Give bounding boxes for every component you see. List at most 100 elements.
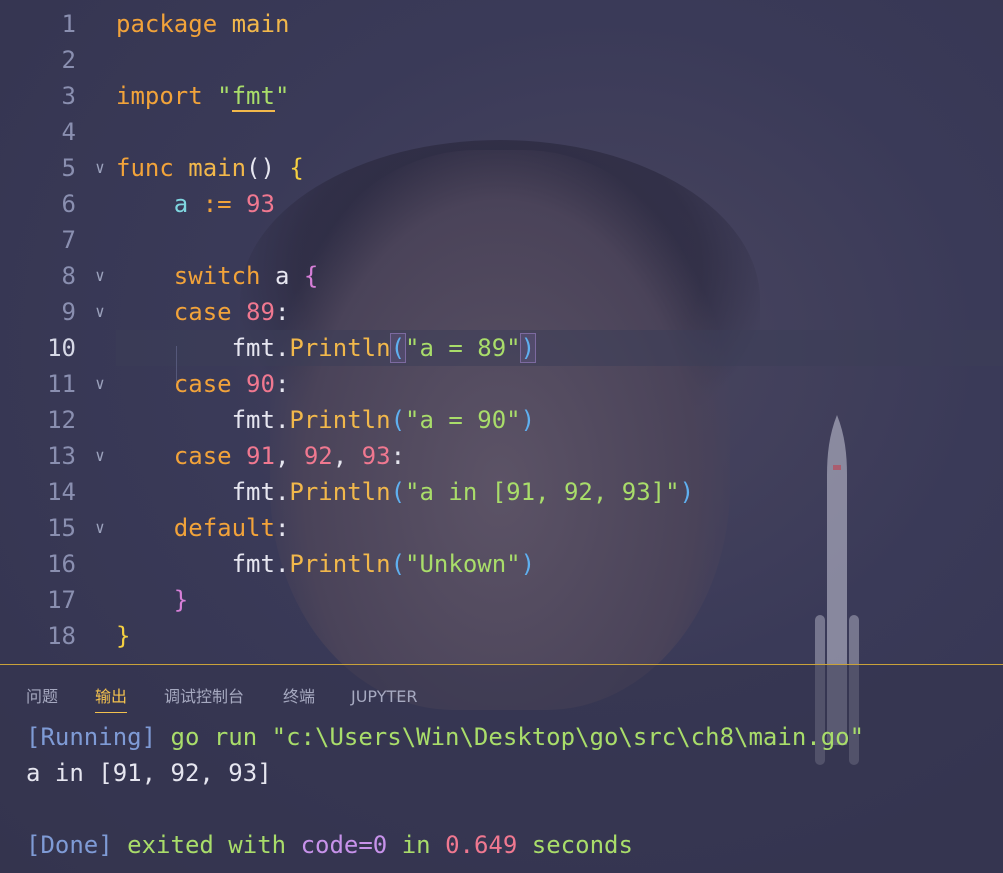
code-token: 89	[246, 298, 275, 326]
code-text: default:	[116, 510, 290, 546]
done-text: exited with	[127, 831, 287, 859]
code-token: :	[274, 370, 290, 398]
code-token: Println	[289, 334, 391, 362]
code-token: )	[520, 406, 536, 434]
code-token: 93	[361, 442, 391, 470]
fold-chevron-icon[interactable]: ∨	[90, 150, 110, 186]
fold-chevron-icon[interactable]: ∨	[90, 294, 110, 330]
code-token: :=	[188, 190, 247, 218]
tab-debug-console[interactable]: 调试控制台	[164, 685, 244, 709]
code-line[interactable]: 14 fmt.Println("a in [91, 92, 93]")	[0, 474, 1003, 510]
code-token: (	[390, 406, 406, 434]
code-token: "Unkown"	[405, 550, 521, 578]
code-token: .	[274, 334, 290, 362]
code-line[interactable]: 4	[0, 114, 1003, 150]
code-token: fmt	[231, 406, 275, 434]
exit-code: code=0	[300, 831, 388, 859]
code-line[interactable]: 3 import "fmt"	[0, 78, 1003, 114]
code-line[interactable]: 5 ∨ func main() {	[0, 150, 1003, 186]
code-token: fmt	[231, 82, 275, 112]
code-line[interactable]: 13 ∨ case 91, 92, 93:	[0, 438, 1003, 474]
code-text: fmt.Println("a = 89")	[116, 330, 537, 366]
code-token: )	[519, 333, 537, 363]
vscode-window: 1 package main 2 3 import "fmt" 4 5 ∨ func main(…	[0, 0, 1003, 873]
line-number: 6	[61, 190, 76, 218]
line-number: 1	[61, 10, 76, 38]
fold-chevron-icon[interactable]: ∨	[90, 510, 110, 546]
fold-chevron-icon[interactable]: ∨	[90, 366, 110, 402]
code-token: Println	[289, 406, 391, 434]
output-running-line: [Running] go run "c:\Users\Win\Desktop\g…	[26, 719, 864, 755]
code-token: ,	[332, 442, 362, 470]
code-token: case	[173, 442, 247, 470]
code-token: 91	[246, 442, 275, 470]
code-token: case	[173, 298, 247, 326]
code-token: "a = 90"	[405, 406, 521, 434]
code-text: fmt.Println("a in [91, 92, 93]")	[116, 474, 694, 510]
code-text: package main	[116, 6, 289, 42]
code-text: fmt.Println("Unkown")	[116, 546, 535, 582]
code-line[interactable]: 7	[0, 222, 1003, 258]
code-line[interactable]: 8 ∨ switch a {	[0, 258, 1003, 294]
code-token: default	[173, 514, 275, 542]
code-line[interactable]: 12 fmt.Println("a = 90")	[0, 402, 1003, 438]
line-number: 11	[47, 370, 76, 398]
code-line[interactable]: 2	[0, 42, 1003, 78]
code-text: a := 93	[116, 186, 275, 222]
code-line[interactable]: 15 ∨ default:	[0, 510, 1003, 546]
code-token: fmt	[231, 478, 275, 506]
code-line[interactable]: 11 ∨ case 90:	[0, 366, 1003, 402]
code-token: }	[116, 622, 131, 650]
code-editor[interactable]: 1 package main 2 3 import "fmt" 4 5 ∨ func main(…	[0, 0, 1003, 664]
code-text: }	[116, 582, 188, 618]
running-command: go run "c:\Users\Win\Desktop\go\src\ch8\…	[170, 723, 865, 751]
code-token: .	[274, 406, 290, 434]
code-token: Println	[289, 478, 391, 506]
code-line[interactable]: 16 fmt.Println("Unkown")	[0, 546, 1003, 582]
line-number: 3	[61, 82, 76, 110]
code-token: {	[289, 154, 304, 182]
code-token: main	[188, 154, 247, 182]
bottom-panel: 问题 输出 调试控制台 终端 JUPYTER [Running] go run …	[0, 664, 1003, 873]
code-token: Println	[289, 550, 391, 578]
fold-chevron-icon[interactable]: ∨	[90, 438, 110, 474]
tab-terminal[interactable]: 终端	[283, 685, 315, 709]
code-line[interactable]: 10 fmt.Println("a = 89")	[0, 330, 1003, 366]
code-line[interactable]: 18}	[0, 618, 1003, 654]
code-text: }	[116, 618, 130, 654]
code-token: import	[116, 82, 218, 110]
code-token: "a = 89"	[405, 334, 521, 362]
done-text-in: in	[401, 831, 431, 859]
fold-chevron-icon[interactable]: ∨	[90, 258, 110, 294]
line-number: 8	[61, 262, 76, 290]
line-number: 13	[47, 442, 76, 470]
code-token: 93	[246, 190, 275, 218]
code-token: .	[274, 478, 290, 506]
code-token: case	[173, 370, 247, 398]
code-line[interactable]: 17 }	[0, 582, 1003, 618]
code-text: case 91, 92, 93:	[116, 438, 405, 474]
tab-output[interactable]: 输出	[95, 685, 128, 713]
code-line[interactable]: 6 a := 93	[0, 186, 1003, 222]
code-token: )	[520, 550, 536, 578]
code-text: import "fmt"	[116, 78, 289, 114]
line-number: 7	[61, 226, 76, 254]
code-token: "	[217, 82, 232, 110]
code-line[interactable]: 1 package main	[0, 6, 1003, 42]
line-number: 4	[61, 118, 76, 146]
tab-jupyter[interactable]: JUPYTER	[351, 685, 418, 709]
code-text: case 89:	[116, 294, 290, 330]
code-token: :	[274, 298, 290, 326]
code-token: package	[116, 10, 232, 38]
code-token: :	[390, 442, 406, 470]
done-text-seconds: seconds	[531, 831, 633, 859]
tab-problems[interactable]: 问题	[26, 685, 58, 709]
code-line[interactable]: 9 ∨ case 89:	[0, 294, 1003, 330]
output-result-line: a in [91, 92, 93]	[26, 759, 272, 787]
